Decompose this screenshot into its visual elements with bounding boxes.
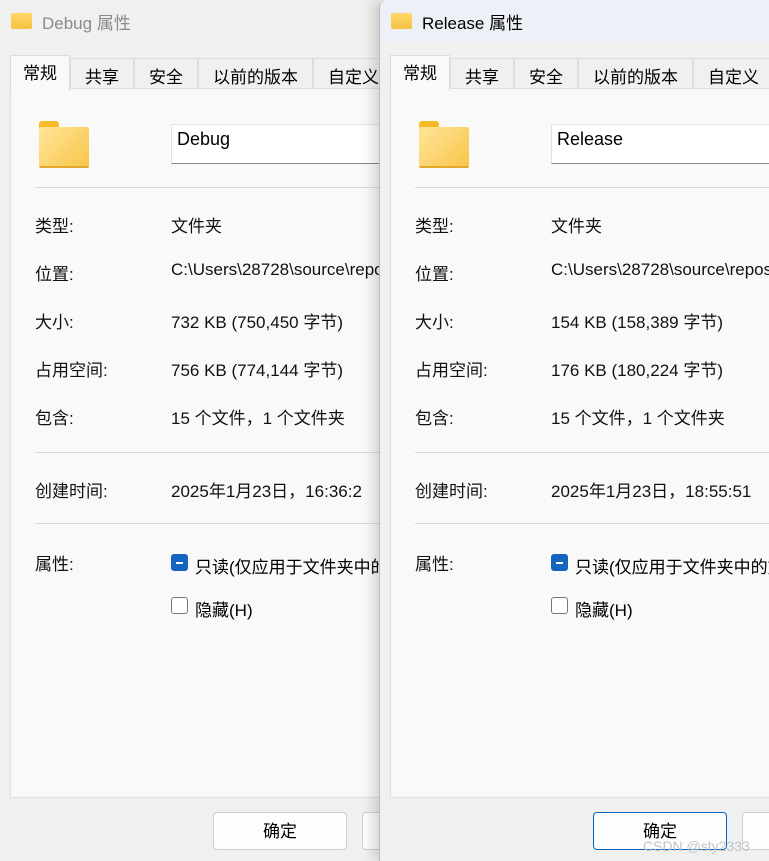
value-created: 2025年1月23日，16:36:2 [171,482,362,501]
label-size_on_disk: 占用空间: [35,361,108,380]
tab-1[interactable]: 共享 [450,58,514,92]
value-contains: 15 个文件，1 个文件夹 [171,409,345,428]
value-location: C:\Users\28728\source\repos [171,260,393,279]
folder-icon [11,13,32,29]
label-location: 位置: [35,265,74,284]
properties-dialog: Debug 属性 常规 共享 安全 以前的版本 自定义 Debug 类型: 文件夹 位置: C… [0,0,400,861]
tab-0[interactable]: 常规 [10,55,70,91]
value-created: 2025年1月23日，18:55:51 [551,482,752,501]
label-size: 大小: [35,313,74,332]
ok-button[interactable]: 确定 [213,812,347,850]
label-contains: 包含: [35,409,74,428]
tab-1[interactable]: 共享 [70,58,134,92]
value-location: C:\Users\28728\source\repos [551,260,769,279]
tab-3[interactable]: 以前的版本 [578,58,693,92]
label-contains: 包含: [415,409,454,428]
label-type: 类型: [415,217,454,236]
folder-name-input[interactable]: Debug [171,124,400,164]
folder-icon [419,121,469,168]
hidden-checkbox[interactable] [551,597,568,614]
value-size_on_disk: 176 KB (180,224 字节) [551,361,723,380]
readonly-label[interactable]: 只读(仅应用于文件夹中的文件) [195,553,400,578]
title-bar[interactable]: Debug 属性 [0,0,400,42]
tab-4[interactable]: 自定义 [693,58,769,92]
label-size_on_disk: 占用空间: [415,361,488,380]
label-created: 创建时间: [415,482,488,501]
value-type: 文件夹 [551,217,602,236]
general-panel: Release 类型: 文件夹位置: C:\Users\28728\source\r… [390,88,769,798]
tab-2[interactable]: 安全 [134,58,198,92]
hidden-label[interactable]: 隐藏(H) [195,596,253,621]
tab-3[interactable]: 以前的版本 [198,58,313,92]
watermark: CSDN @sty2333 [643,838,750,854]
properties-dialog: Release 属性 常规 共享 安全 以前的版本 自定义 Release 类型: 文件夹… [379,0,769,861]
hidden-label[interactable]: 隐藏(H) [575,596,633,621]
general-panel: Debug 类型: 文件夹位置: C:\Users\28728\source\rep… [10,88,400,798]
value-contains: 15 个文件，1 个文件夹 [551,409,725,428]
readonly-checkbox[interactable] [551,554,568,571]
folder-name-input[interactable]: Release [551,124,769,164]
dialog-title: Debug 属性 [42,13,131,33]
readonly-label[interactable]: 只读(仅应用于文件夹中的文件) [575,553,769,578]
folder-icon [391,13,412,29]
title-bar[interactable]: Release 属性 [380,0,769,42]
label-attributes: 属性: [35,555,74,574]
label-created: 创建时间: [35,482,108,501]
value-size: 154 KB (158,389 字节) [551,313,723,332]
value-type: 文件夹 [171,217,222,236]
hidden-checkbox[interactable] [171,597,188,614]
tab-0[interactable]: 常规 [390,55,450,91]
label-type: 类型: [35,217,74,236]
folder-icon [39,121,89,168]
value-size_on_disk: 756 KB (774,144 字节) [171,361,343,380]
dialog-title: Release 属性 [422,13,524,33]
value-size: 732 KB (750,450 字节) [171,313,343,332]
label-size: 大小: [415,313,454,332]
label-attributes: 属性: [415,555,454,574]
readonly-checkbox[interactable] [171,554,188,571]
label-location: 位置: [415,265,454,284]
tab-2[interactable]: 安全 [514,58,578,92]
